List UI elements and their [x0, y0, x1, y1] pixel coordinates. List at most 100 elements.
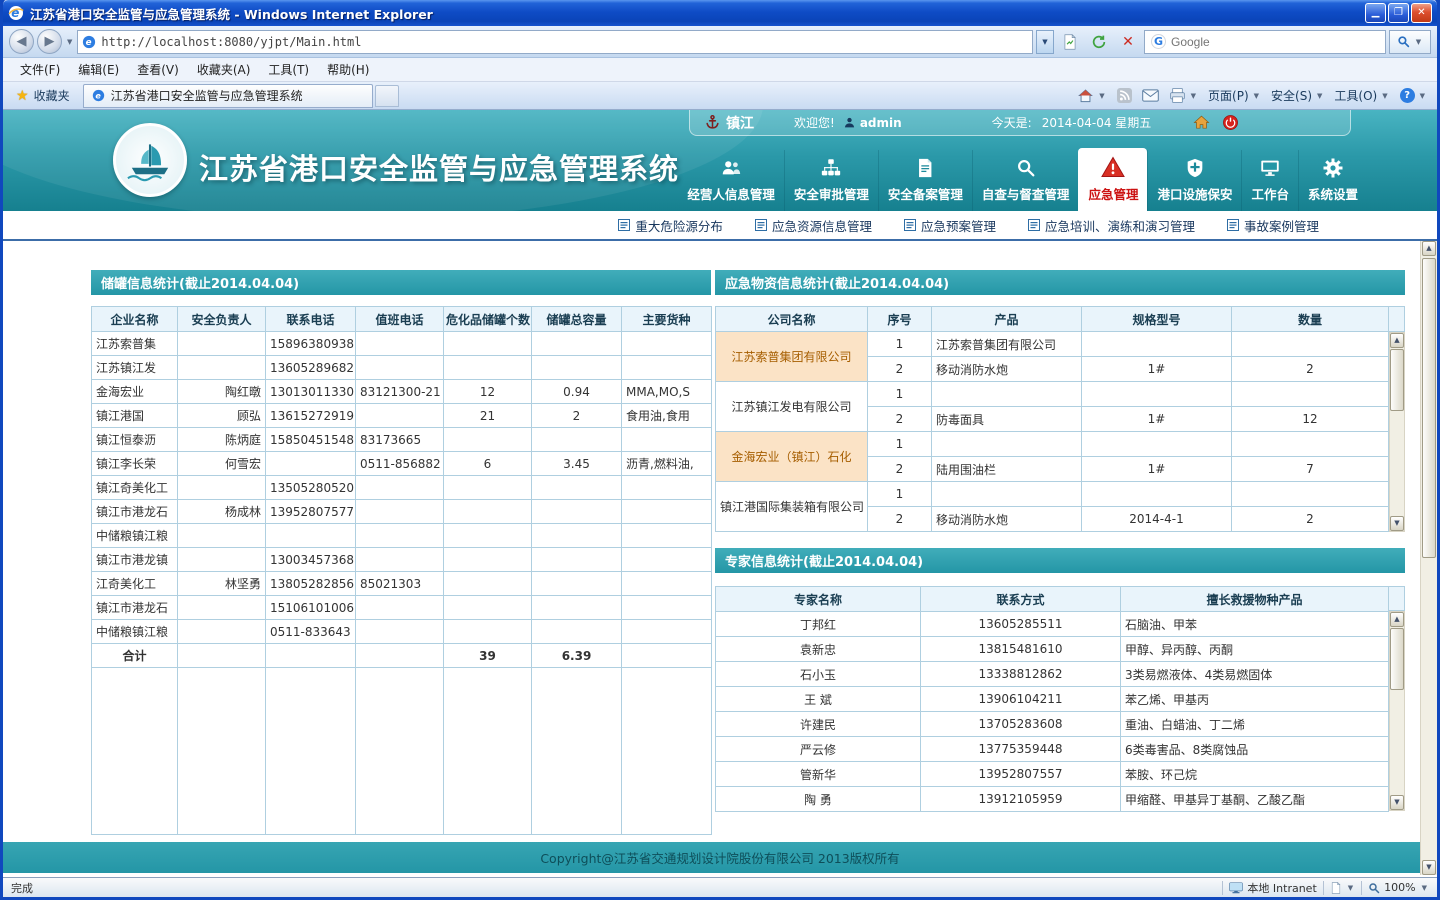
refresh-button[interactable]: [1086, 29, 1112, 54]
zoom-icon: [1368, 882, 1380, 894]
address-field[interactable]: e: [77, 30, 1033, 54]
filler-cell: [356, 668, 444, 835]
zone-text: 本地 Intranet: [1247, 880, 1316, 896]
submenu-plan-management[interactable]: 应急预案管理: [904, 216, 996, 235]
filler-row: [92, 668, 712, 835]
address-dropdown[interactable]: ▼: [1036, 30, 1054, 54]
submenu-hazard-distribution[interactable]: 重大危险源分布: [618, 216, 723, 235]
materials-scrollbar-up[interactable]: ▲: [1390, 333, 1404, 348]
nav-port-security[interactable]: 港口设施保安: [1147, 150, 1241, 211]
tank-panel-title: 储罐信息统计(截止2014.04.04): [101, 273, 299, 292]
nav-safety-record[interactable]: 安全备案管理: [878, 150, 972, 211]
maximize-button[interactable]: ❐: [1388, 3, 1409, 23]
tools-menu-button[interactable]: 工具(O)▼: [1334, 87, 1389, 104]
home-shortcut-button[interactable]: [1193, 114, 1210, 131]
submenu-training-drill[interactable]: 应急培训、演练和演习管理: [1028, 216, 1195, 235]
help-button[interactable]: ?▼: [1400, 88, 1427, 103]
cell: 镇江市港龙石: [92, 596, 178, 620]
title-bar: e 江苏省港口安全监管与应急管理系统 - Windows Internet Ex…: [3, 0, 1437, 26]
filler-cell: [266, 668, 356, 835]
menu-help[interactable]: 帮助(H): [318, 58, 378, 81]
cell: 石小玉: [716, 662, 921, 687]
search-button[interactable]: ▼: [1389, 30, 1431, 54]
cell: 2014-4-1: [1082, 507, 1232, 532]
menu-view[interactable]: 查看(V): [128, 58, 188, 81]
nav-settings[interactable]: 系统设置: [1298, 150, 1367, 211]
forward-button[interactable]: ▶: [37, 29, 62, 54]
search-input[interactable]: [1171, 35, 1379, 49]
cell: 江苏索普集: [92, 332, 178, 356]
page-menu-button[interactable]: 页面(P)▼: [1208, 87, 1261, 104]
page-scrollbar-thumb[interactable]: [1422, 258, 1436, 558]
address-input[interactable]: [101, 35, 1028, 49]
submenu-resource-info[interactable]: 应急资源信息管理: [755, 216, 872, 235]
zoom-control[interactable]: 100% ▼: [1368, 881, 1429, 894]
svg-text:e: e: [95, 90, 101, 100]
home-button[interactable]: ▼: [1077, 88, 1106, 103]
search-box[interactable]: G: [1144, 30, 1386, 54]
experts-scrollbar-up[interactable]: ▲: [1390, 612, 1404, 627]
logout-button[interactable]: [1222, 114, 1239, 131]
materials-scrollbar[interactable]: ▲ ▼: [1389, 332, 1405, 532]
cell: 83121300-21: [356, 380, 444, 404]
compatibility-view-button[interactable]: [1057, 29, 1083, 54]
page-scrollbar-down[interactable]: ▼: [1422, 860, 1436, 875]
close-button[interactable]: ✕: [1411, 3, 1432, 23]
cell: [266, 452, 356, 476]
experts-table: 专家名称联系方式擅长救援物种产品 丁邦红13605285511石脑油、甲苯袁新忠…: [715, 586, 1405, 811]
svg-text:e: e: [86, 38, 92, 48]
cell: 7: [1232, 457, 1389, 482]
nav-label: 系统设置: [1308, 184, 1358, 203]
experts-scrollbar-down[interactable]: ▼: [1390, 795, 1404, 810]
page-scrollbar-up[interactable]: ▲: [1422, 241, 1436, 256]
main-content: 储罐信息统计(截止2014.04.04) 企业名称安全负责人联系电话值班电话危化…: [3, 241, 1437, 842]
cell: [932, 482, 1082, 507]
cell: [1232, 382, 1389, 407]
company-cell: 江苏镇江发电有限公司: [716, 382, 868, 432]
cell: [444, 476, 532, 500]
table-row: 丁邦红13605285511石脑油、甲苯: [716, 612, 1389, 637]
nav-emergency[interactable]: 应急管理: [1078, 148, 1147, 211]
feeds-button[interactable]: [1117, 88, 1132, 103]
experts-scrollbar-thumb[interactable]: [1390, 628, 1404, 690]
company-cell: 镇江港国际集装箱有限公司: [716, 482, 868, 532]
menu-favorites[interactable]: 收藏夹(A): [188, 58, 260, 81]
print-button[interactable]: ▼: [1169, 88, 1198, 103]
safety-menu-button[interactable]: 安全(S)▼: [1271, 87, 1324, 104]
cell: 管新华: [716, 762, 921, 787]
tab-active[interactable]: e 江苏省港口安全监管与应急管理系统: [83, 84, 373, 108]
cell: 13605289682: [266, 356, 356, 380]
nav-workbench[interactable]: 工作台: [1241, 150, 1298, 211]
menu-edit[interactable]: 编辑(E): [69, 58, 128, 81]
experts-scrollbar[interactable]: ▲ ▼: [1389, 611, 1405, 811]
submenu-accident-cases[interactable]: 事故案例管理: [1227, 216, 1319, 235]
minimize-button[interactable]: ▁: [1365, 3, 1386, 23]
menu-file[interactable]: 文件(F): [11, 58, 69, 81]
history-dropdown[interactable]: ▼: [65, 38, 74, 46]
cell: [444, 500, 532, 524]
favorites-button[interactable]: ★ 收藏夹: [7, 84, 79, 107]
materials-scrollbar-cap: [1388, 306, 1405, 332]
menu-tools[interactable]: 工具(T): [259, 58, 318, 81]
nav-self-inspection[interactable]: 自查与督查管理: [972, 150, 1079, 211]
nav-operator-info[interactable]: 经营人信息管理: [678, 150, 784, 211]
cell: 中储粮镇江粮: [92, 524, 178, 548]
tools-dropdown-icon: ▼: [1380, 92, 1389, 100]
materials-scrollbar-thumb[interactable]: [1390, 349, 1404, 411]
home-dropdown-icon: ▼: [1097, 92, 1106, 100]
form-icon: [618, 219, 630, 231]
page-scrollbar[interactable]: ▲ ▼: [1420, 241, 1437, 875]
cell: 13338812862: [921, 662, 1121, 687]
new-tab-stub[interactable]: [375, 85, 399, 107]
nav-safety-approval[interactable]: 安全审批管理: [784, 150, 878, 211]
cell: [444, 332, 532, 356]
cell: [532, 476, 622, 500]
materials-scrollbar-down[interactable]: ▼: [1390, 516, 1404, 531]
stop-button[interactable]: ✕: [1115, 29, 1141, 54]
people-icon: [720, 157, 742, 179]
back-button[interactable]: ◀: [9, 29, 34, 54]
materials-header-row: 公司名称序号产品规格型号数量: [716, 307, 1389, 332]
mail-button[interactable]: [1142, 89, 1159, 102]
protected-mode-button[interactable]: ▼: [1330, 882, 1355, 894]
cell: 1: [868, 482, 932, 507]
